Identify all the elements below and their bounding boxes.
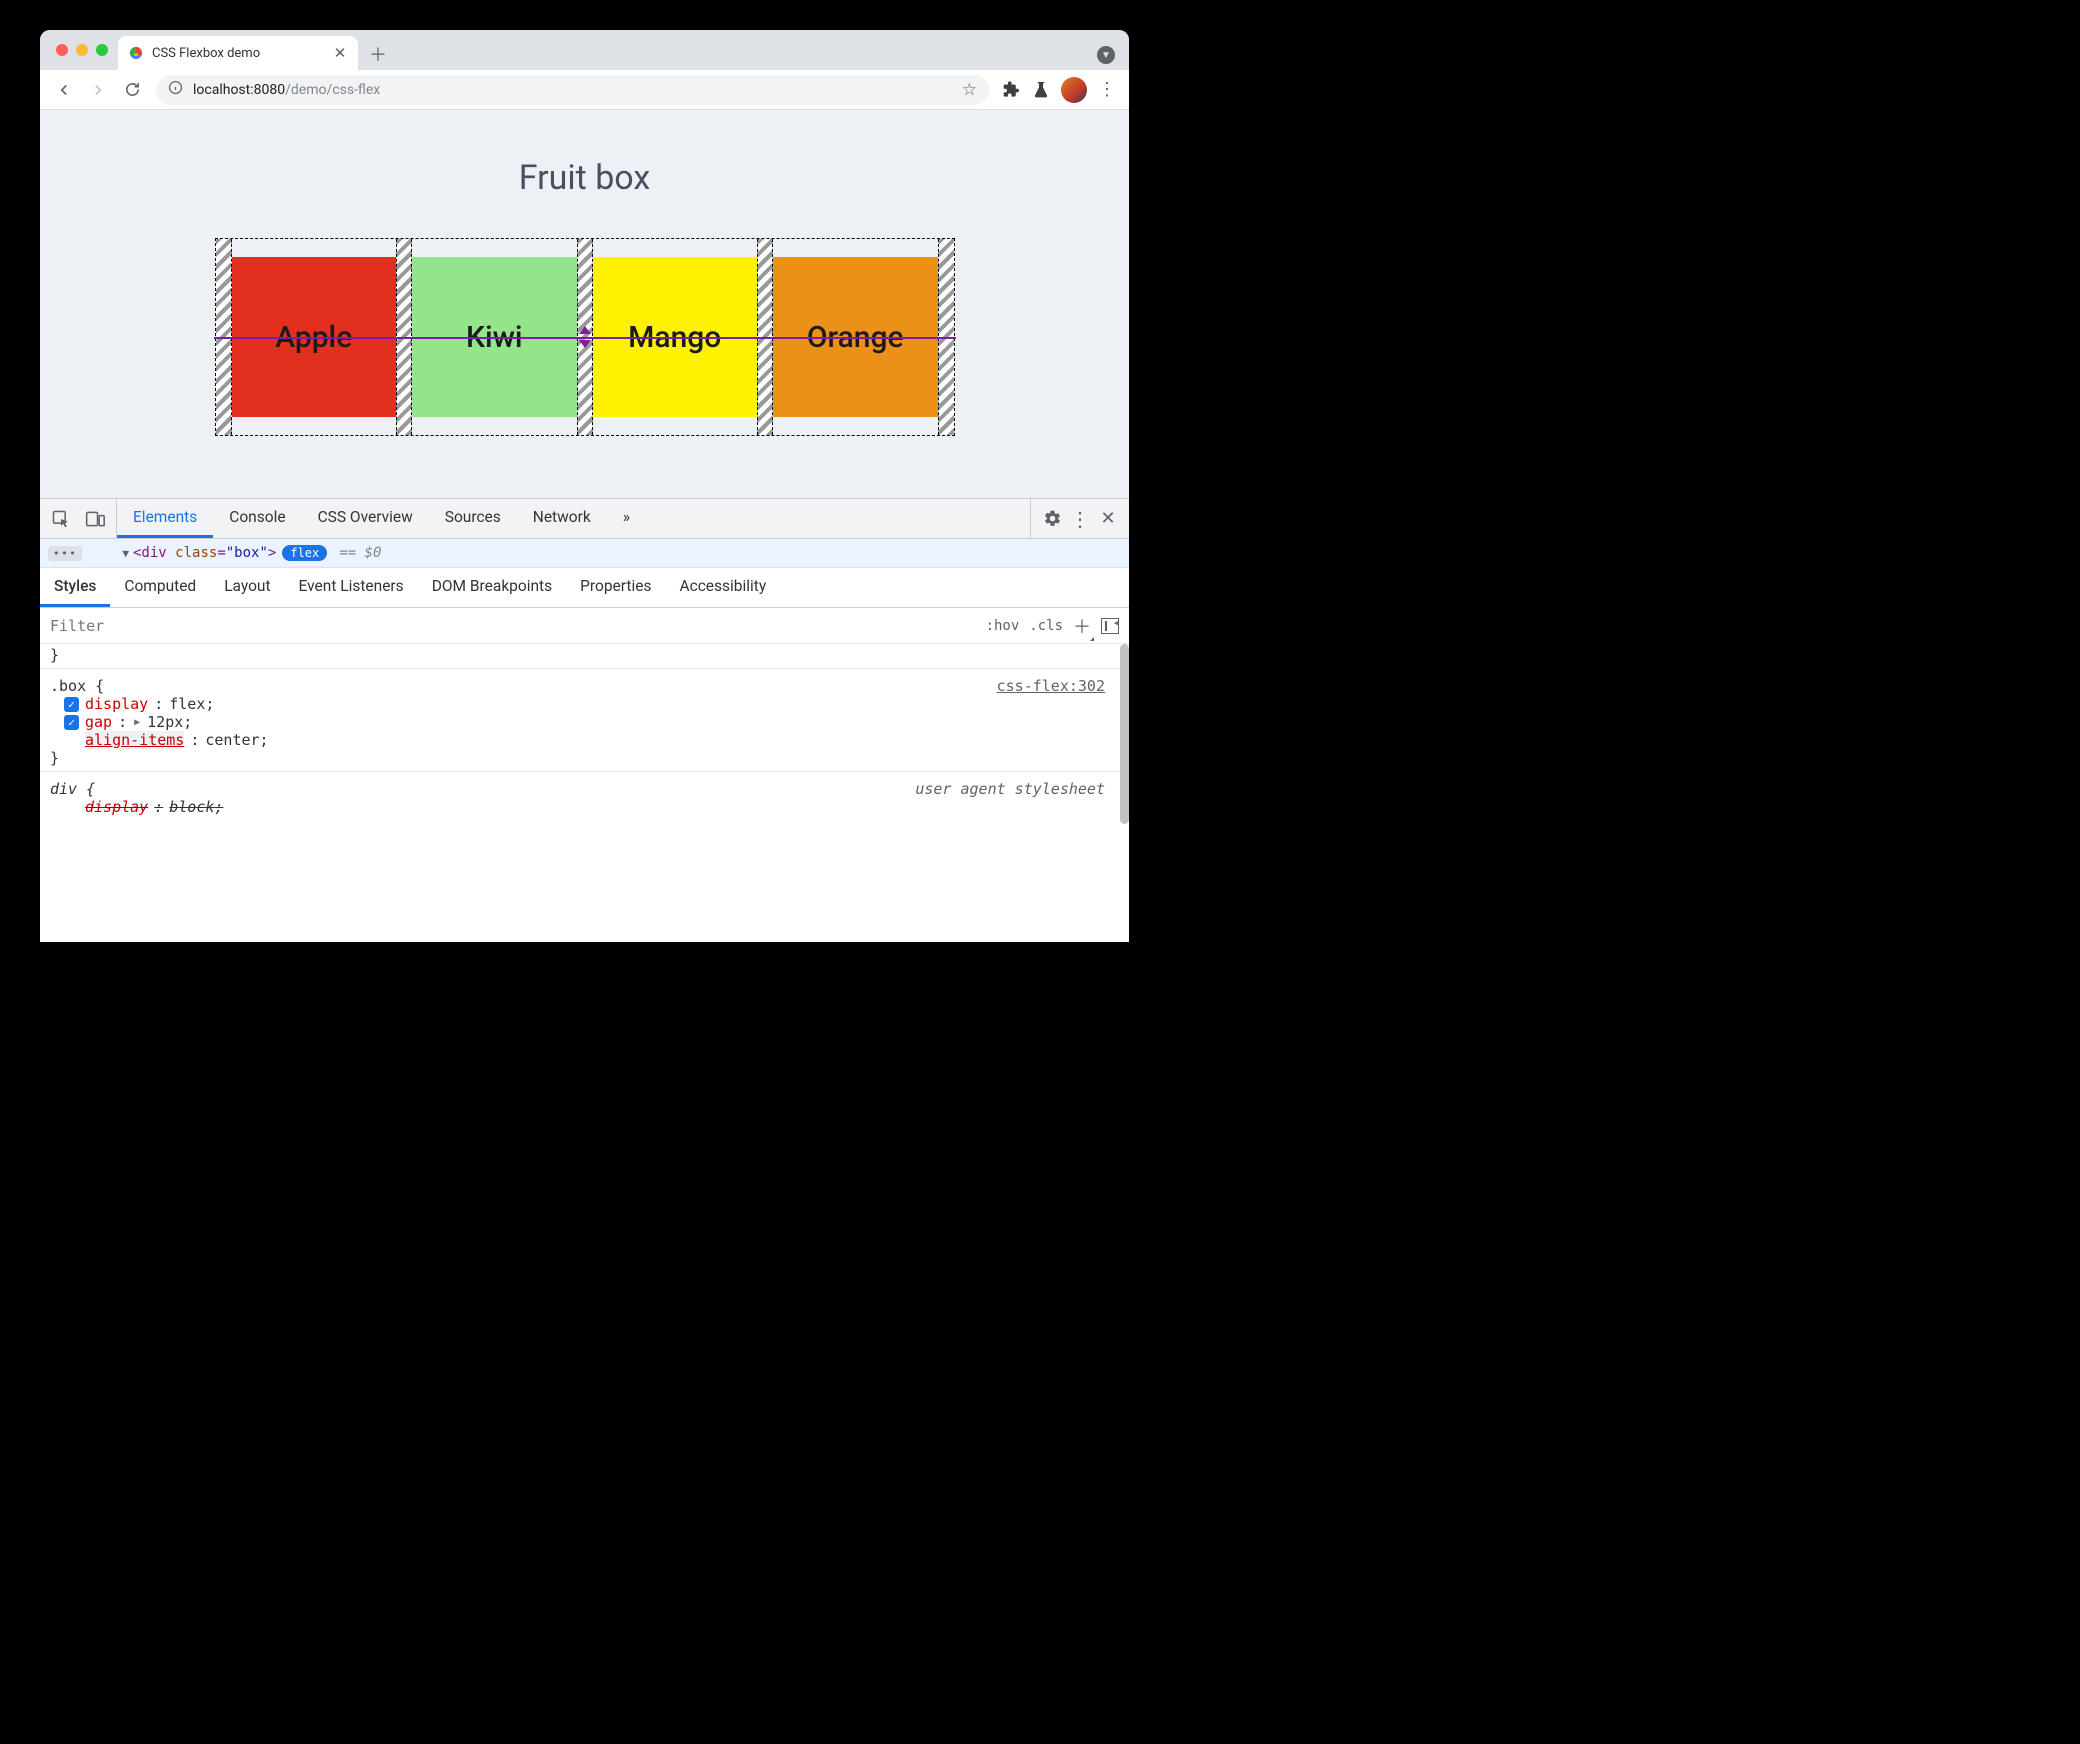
rule-separator [40,668,1129,669]
toggle-cls-button[interactable]: .cls [1029,618,1063,634]
styles-tab-accessibility[interactable]: Accessibility [665,568,780,607]
address-bar[interactable]: localhost:8080/demo/css-flex ☆ [156,75,989,105]
browser-menu-icon[interactable]: ⋮ [1093,76,1121,104]
scrollbar-thumb[interactable] [1120,644,1129,824]
elements-selected-node[interactable]: ••• ▼ <div class = "box" > flex == $0 [40,539,1129,568]
rule-div-ua[interactable]: div { user agent stylesheet display: blo… [50,776,1119,816]
experiments-flask-icon[interactable] [1027,76,1055,104]
prop-display-ua[interactable]: display: block; [50,798,1119,816]
expand-shorthand-icon[interactable]: ▶ [134,717,140,728]
new-tab-button[interactable]: ＋ [364,40,392,68]
prop-checkbox-checked-icon[interactable]: ✓ [64,697,79,712]
panel-tab-network[interactable]: Network [517,499,607,538]
browser-window: CSS Flexbox demo ✕ ＋ ▼ localhost:8080/de… [40,30,1129,942]
prop-checkbox-checked-icon[interactable]: ✓ [64,715,79,730]
new-style-rule-button[interactable]: ＋ [1073,613,1091,639]
previous-rule-close: } [50,646,1119,664]
styles-subpanel: Styles Computed Layout Event Listeners D… [40,568,1129,942]
chevron-down-icon[interactable]: ▼ [1097,46,1115,64]
window-minimize-button[interactable] [76,44,88,56]
url-text: localhost:8080/demo/css-flex [193,82,380,98]
panel-tab-console[interactable]: Console [213,499,301,538]
styles-tab-styles[interactable]: Styles [40,568,110,607]
devtools-settings-icon[interactable] [1041,508,1063,530]
styles-filter-row: :hov .cls ＋ [40,608,1129,644]
window-maximize-button[interactable] [96,44,108,56]
node-$0-label: == $0 [339,545,381,561]
elements-overflow-icon[interactable]: ••• [48,546,82,561]
panel-tab-elements[interactable]: Elements [117,499,213,538]
bookmark-star-icon[interactable]: ☆ [962,80,977,100]
prop-gap[interactable]: ✓ gap: ▶ 12px; [50,713,1119,731]
devtools-panel: Elements Console CSS Overview Sources Ne… [40,498,1129,942]
rule-selector[interactable]: .box { [50,677,104,695]
flex-badge[interactable]: flex [282,545,327,561]
tab-close-icon[interactable]: ✕ [332,45,348,61]
node-tag-open: <div [133,545,167,561]
rule-close-brace: } [50,749,1119,767]
toolbar: localhost:8080/demo/css-flex ☆ ⋮ [40,70,1129,110]
styles-tab-layout[interactable]: Layout [210,568,284,607]
toggle-hov-button[interactable]: :hov [986,618,1020,634]
profile-avatar[interactable] [1061,77,1087,103]
extensions-icon[interactable] [997,76,1025,104]
node-tag-close: > [268,545,276,561]
prop-align-items[interactable]: align-items: center; [50,731,1119,749]
styles-tab-dom-breakpoints[interactable]: DOM Breakpoints [418,568,566,607]
window-close-button[interactable] [56,44,68,56]
devtools-tab-bar: Elements Console CSS Overview Sources Ne… [40,499,1129,539]
rule-separator [40,771,1129,772]
prop-checkbox-empty[interactable] [64,733,79,748]
styles-tab-properties[interactable]: Properties [566,568,665,607]
inspect-element-icon[interactable] [50,508,72,530]
styles-rules[interactable]: } .box { css-flex:302 ✓ display: flex; ✓… [40,644,1129,942]
node-attr-value: "box" [226,545,268,561]
back-button[interactable] [48,74,80,106]
flex-align-marker-icon [577,326,593,348]
node-expand-triangle-icon[interactable]: ▼ [122,547,129,560]
panel-tab-sources[interactable]: Sources [429,499,517,538]
site-info-icon[interactable] [168,80,183,99]
toggle-computed-panel-icon[interactable] [1101,618,1119,634]
devtools-menu-icon[interactable]: ⋮ [1069,508,1091,530]
node-attr-name: class [175,545,217,561]
page-viewport: Fruit box Apple Kiwi Mango Orange [40,110,1129,498]
forward-button[interactable] [82,74,114,106]
rule-source-ua: user agent stylesheet [915,780,1105,798]
devtools-close-icon[interactable]: ✕ [1097,508,1119,530]
rule-box[interactable]: .box { css-flex:302 ✓ display: flex; ✓ g… [50,673,1119,767]
styles-filter-input[interactable] [50,617,976,635]
rule-source-link[interactable]: css-flex:302 [997,677,1105,695]
browser-tab[interactable]: CSS Flexbox demo ✕ [118,36,358,70]
styles-tab-event-listeners[interactable]: Event Listeners [285,568,418,607]
page-heading: Fruit box [40,158,1129,198]
panel-tab-css-overview[interactable]: CSS Overview [302,499,429,538]
tab-favicon-icon [128,45,144,61]
styles-tab-computed[interactable]: Computed [110,568,210,607]
tab-bar: CSS Flexbox demo ✕ ＋ ▼ [40,30,1129,70]
prop-display[interactable]: ✓ display: flex; [50,695,1119,713]
device-toolbar-icon[interactable] [84,508,106,530]
rule-selector[interactable]: div { [50,780,95,798]
panel-tab-overflow[interactable]: » [607,499,646,538]
window-controls [50,30,118,70]
styles-tabs: Styles Computed Layout Event Listeners D… [40,568,1129,608]
tab-title: CSS Flexbox demo [152,46,324,61]
devtools-panel-tabs: Elements Console CSS Overview Sources Ne… [117,499,1030,538]
reload-button[interactable] [116,74,148,106]
flex-container[interactable]: Apple Kiwi Mango Orange [215,238,955,436]
